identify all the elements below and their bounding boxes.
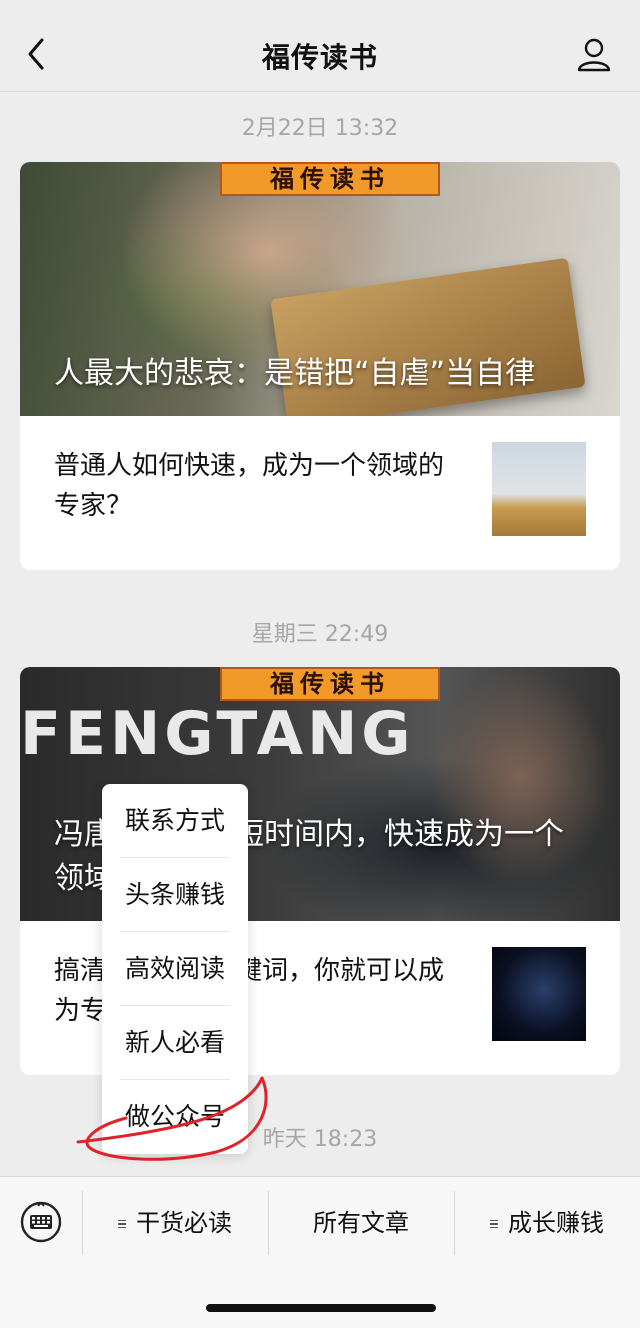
- menu-item-reading[interactable]: 高效阅读: [120, 932, 230, 1006]
- profile-button[interactable]: [576, 36, 612, 72]
- message-timestamp: 昨天 18:23: [262, 1127, 378, 1152]
- sub-article-thumbnail: [492, 947, 586, 1041]
- menu-tab-label: 成长赚钱: [508, 1209, 604, 1237]
- sub-article-thumbnail: [492, 442, 586, 536]
- menu-tab-label: 所有文章: [313, 1209, 409, 1237]
- menu-tab-growth[interactable]: 成长赚钱: [454, 1191, 640, 1255]
- keyboard-toggle-button[interactable]: [18, 1199, 64, 1245]
- message-timestamp: 星期三 22:49: [251, 622, 389, 647]
- menu-tab-dry-goods[interactable]: 干货必读: [82, 1191, 268, 1255]
- cover-article[interactable]: 福传读书 人最大的悲哀：是错把“自虐”当自律: [20, 162, 620, 416]
- menu-item-contact[interactable]: 联系方式: [120, 784, 230, 858]
- menu-item-newcomer[interactable]: 新人必看: [120, 1006, 230, 1080]
- nav-header: 福传读书: [0, 0, 640, 92]
- message-timestamp: 2月22日 13:32: [241, 116, 399, 141]
- user-icon: [577, 38, 611, 72]
- brand-banner: 福传读书: [220, 162, 440, 196]
- keyboard-icon: [20, 1201, 62, 1243]
- submenu-lines-icon: [490, 1218, 498, 1231]
- sub-article[interactable]: 普通人如何快速，成为一个领域的专家？: [20, 416, 620, 570]
- brand-banner: 福传读书: [220, 667, 440, 701]
- menu-item-official-account[interactable]: 做公众号: [120, 1080, 230, 1154]
- menu-tab-all-articles[interactable]: 所有文章: [268, 1191, 454, 1255]
- sub-article-title: 普通人如何快速，成为一个领域的专家？: [54, 451, 445, 521]
- article-card[interactable]: 福传读书 人最大的悲哀：是错把“自虐”当自律 普通人如何快速，成为一个领域的专家…: [20, 162, 620, 570]
- menu-tab-label: 干货必读: [136, 1209, 232, 1237]
- page-title: 福传读书: [261, 41, 378, 74]
- menu-item-toutiao[interactable]: 头条赚钱: [120, 858, 230, 932]
- submenu-popup: 联系方式 头条赚钱 高效阅读 新人必看 做公众号: [102, 784, 248, 1154]
- cover-title: 人最大的悲哀：是错把“自虐”当自律: [54, 356, 536, 391]
- home-indicator[interactable]: [206, 1304, 436, 1312]
- cover-overlay-text: FENGTANG: [20, 699, 415, 769]
- submenu-lines-icon: [118, 1218, 126, 1231]
